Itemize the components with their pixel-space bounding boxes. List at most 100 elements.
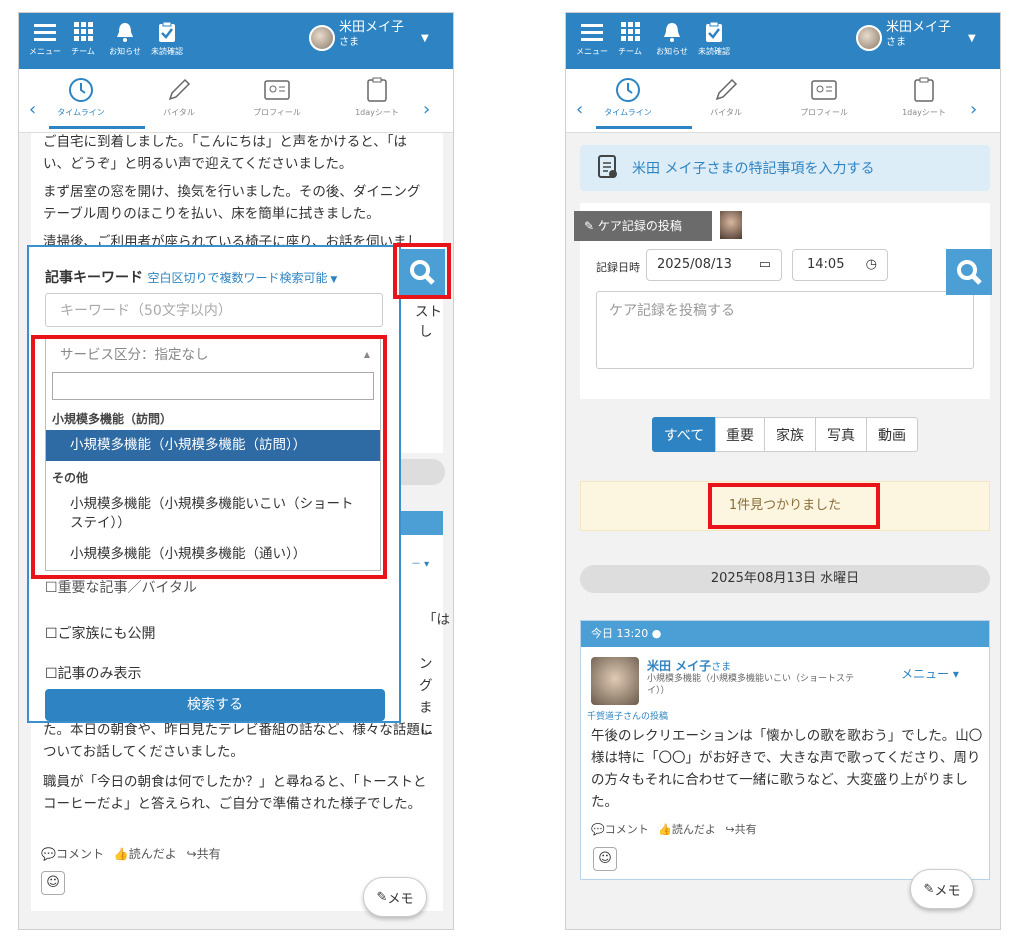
clock-icon [588, 77, 668, 103]
id-card-icon [237, 77, 317, 103]
post-service: 小規模多機能（小規模多機能いこい（ショートステイ）） [647, 674, 855, 696]
read-button[interactable]: 👍読んだよ [114, 847, 177, 861]
document-icon [598, 153, 618, 183]
time-input[interactable]: 14:05 ◷ [792, 249, 888, 281]
unconfirmed-button[interactable]: 未読確認 [694, 22, 734, 57]
chevron-left-icon[interactable]: ‹ [29, 99, 36, 120]
post-time: 今日 13:20 ● [581, 621, 989, 647]
chevron-left-icon[interactable]: ‹ [576, 99, 583, 120]
clipboard-icon [884, 77, 964, 103]
clock-icon: ◷ [865, 257, 877, 272]
care-record-form: ✎ ケア記録の投稿 記録日時 2025/08/13 ▭ 14:05 ◷ ケア記録を投… [574, 203, 990, 399]
bell-icon [105, 22, 145, 44]
user-avatar[interactable] [309, 25, 335, 51]
date-heading: 2025年08月13日 水曜日 [580, 565, 990, 593]
right-screen: メニュー チーム お知らせ 未読確認 米田メイ子 さま ▼ ‹ タイムライン バイ… [565, 12, 1001, 930]
post-menu-caret[interactable]: － ▾ [411, 555, 429, 570]
date-label: 記録日時 [596, 261, 640, 274]
post-textarea[interactable]: ケア記録を投稿する [596, 291, 974, 369]
staff-avatar[interactable] [720, 211, 742, 239]
user-name[interactable]: 米田メイ子 さま [339, 20, 404, 50]
post-name[interactable]: 米田 メイ子さま [647, 657, 731, 674]
memo-button[interactable]: ✎ メモ [363, 877, 427, 917]
post-author[interactable]: 千賀道子さんの投稿 [587, 709, 668, 722]
post-body: 午後のレクリエーションは「懐かしの歌を歌おう」でした。山〇様は特に「〇〇」がお好… [591, 728, 983, 810]
left-screen: メニュー チーム お知らせ 未読確認 米田メイ子 さま ▼ ‹ タイムライン バイ… [18, 12, 454, 930]
highlight-box [31, 335, 387, 579]
family-checkbox[interactable]: ☐ご家族にも公開 [45, 623, 156, 643]
grid-icon [63, 22, 103, 44]
keyword-input[interactable]: キーワード（50文字以内） [45, 293, 383, 327]
menu-button[interactable]: メニュー [572, 22, 612, 57]
post-menu-button[interactable]: メニュー ▾ [901, 665, 959, 682]
comment-button[interactable]: 💬コメント [41, 847, 104, 861]
notice-button[interactable]: お知らせ [105, 22, 145, 57]
active-tab-indicator [596, 126, 692, 129]
search-submit-button[interactable]: 検索する [45, 689, 385, 721]
app-header: メニュー チーム お知らせ 未読確認 米田メイ子 さま ▼ [566, 13, 1000, 69]
user-avatar[interactable] [856, 25, 882, 51]
unconfirmed-button[interactable]: 未読確認 [147, 22, 187, 57]
filter-video[interactable]: 動画 [866, 417, 918, 452]
article-paragraph: た。本日の朝食や、昨日見たテレビ番組の話など、様々な話題についてお話してください… [43, 722, 434, 760]
article-fragment: ング [419, 656, 433, 694]
article-paragraph: 職員が「今日の朝食は何でしたか？」と尋ねると、「トーストとコーヒーだよ」と答えら… [43, 774, 427, 812]
tab-bar: ‹ タイムライン バイタル プロフィール 1dayシート › [19, 69, 453, 133]
post-tab[interactable]: ✎ ケア記録の投稿 [574, 211, 712, 241]
team-button[interactable]: チーム [63, 22, 103, 57]
smile-icon[interactable]: ☺ [41, 871, 65, 895]
post-actions: 💬コメント 👍読んだよ ↪共有 [41, 845, 221, 862]
search-icon [957, 260, 982, 285]
pencil-icon [686, 77, 766, 103]
tab-oneday[interactable]: 1dayシート [337, 77, 417, 118]
bell-icon [652, 22, 692, 44]
filter-important[interactable]: 重要 [715, 417, 765, 452]
important-checkbox[interactable]: ☐重要な記事／バイタル [45, 577, 197, 597]
post-card: 今日 13:20 ● 米田 メイ子さま 小規模多機能（小規模多機能いこい（ショー… [580, 620, 990, 880]
hamburger-icon [572, 22, 612, 44]
chevron-down-icon[interactable]: ▼ [421, 33, 429, 44]
chevron-right-icon[interactable]: › [423, 99, 430, 120]
clipboard-check-icon [147, 22, 187, 44]
filter-all[interactable]: すべて [652, 417, 716, 452]
resident-photo[interactable] [591, 657, 639, 705]
keyword-title: 記事キーワード 空白区切りで複数ワード検索可能 ▼ [45, 270, 338, 286]
share-button[interactable]: ↪共有 [187, 847, 221, 861]
date-input[interactable]: 2025/08/13 ▭ [646, 249, 782, 281]
pencil-icon [139, 77, 219, 103]
app-header: メニュー チーム お知らせ 未読確認 米田メイ子 さま ▼ [19, 13, 453, 69]
notice-button[interactable]: お知らせ [652, 22, 692, 57]
comment-button[interactable]: 💬コメント [591, 823, 649, 836]
tab-profile[interactable]: プロフィール [784, 77, 864, 118]
article-fragment: スト [415, 304, 442, 320]
share-button[interactable]: ↪共有 [725, 823, 756, 836]
tab-profile[interactable]: プロフィール [237, 77, 317, 118]
highlight-box [393, 243, 451, 299]
id-card-icon [784, 77, 864, 103]
search-toggle-button[interactable] [946, 249, 992, 295]
article-fragment: 「は [423, 612, 450, 628]
read-button[interactable]: 👍読んだよ [658, 823, 716, 836]
tab-oneday[interactable]: 1dayシート [884, 77, 964, 118]
filter-family[interactable]: 家族 [764, 417, 816, 452]
special-notes-banner[interactable]: 米田 メイ子さまの特記事項を入力する [580, 145, 990, 191]
tab-vital[interactable]: バイタル [139, 77, 219, 118]
filter-photo[interactable]: 写真 [815, 417, 867, 452]
tab-bar: ‹ タイムライン バイタル プロフィール 1dayシート › [566, 69, 1000, 133]
article-paragraph: まず居室の窓を開け、換気を行いました。その後、ダイニングテーブル周りのほこりを払… [43, 184, 421, 222]
memo-button[interactable]: ✎ メモ [910, 869, 974, 909]
tab-timeline[interactable]: タイムライン [588, 77, 668, 118]
articles-only-checkbox[interactable]: ☐記事のみ表示 [45, 663, 142, 683]
smile-icon[interactable]: ☺ [593, 847, 617, 871]
user-name[interactable]: 米田メイ子 さま [886, 20, 951, 50]
highlight-box [708, 483, 880, 529]
article-fragment: し [419, 324, 433, 340]
clipboard-check-icon [694, 22, 734, 44]
menu-button[interactable]: メニュー [25, 22, 65, 57]
chevron-down-icon[interactable]: ▼ [968, 33, 976, 44]
tab-vital[interactable]: バイタル [686, 77, 766, 118]
team-button[interactable]: チーム [610, 22, 650, 57]
tab-timeline[interactable]: タイムライン [41, 77, 121, 118]
hamburger-icon [25, 22, 65, 44]
chevron-right-icon[interactable]: › [970, 99, 977, 120]
